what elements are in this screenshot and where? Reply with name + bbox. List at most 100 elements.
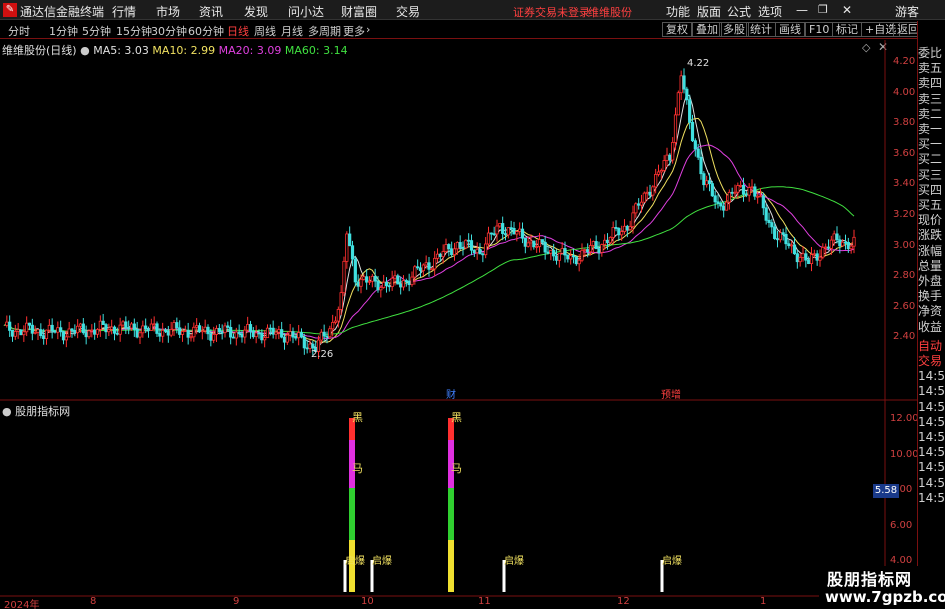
ma-line xyxy=(3,117,855,344)
candle-body xyxy=(104,324,108,333)
candle-body xyxy=(744,193,748,196)
candle-body xyxy=(617,228,621,236)
candle-body xyxy=(231,336,236,339)
signal-label: 启爆 xyxy=(662,556,682,567)
candle-body xyxy=(36,329,40,333)
candle-body xyxy=(212,334,216,341)
candle-body xyxy=(787,243,791,247)
candle-body xyxy=(852,236,856,247)
quote-row-label: 收益 xyxy=(918,319,943,334)
settings-circle-icon[interactable]: ● xyxy=(2,405,12,418)
event-tag-finance[interactable]: 财 xyxy=(446,386,456,401)
candle-body xyxy=(44,329,49,340)
candle-body xyxy=(59,327,63,333)
watermark-url: www.7gpzb.com xyxy=(825,588,945,606)
candle-body xyxy=(280,329,284,338)
candle-body xyxy=(353,258,357,283)
ma-line xyxy=(3,144,855,340)
indicator-name: 股朋指标网 xyxy=(15,405,71,418)
candle-body xyxy=(237,331,241,335)
candle-body xyxy=(220,331,224,334)
quote-row-label: 涨跌 xyxy=(918,228,943,243)
candle-body xyxy=(141,325,145,334)
oscillator-header: ● 股朋指标网 xyxy=(2,403,70,419)
candle-body xyxy=(158,333,162,337)
candle-body xyxy=(302,336,306,349)
candle-body xyxy=(416,266,420,269)
candle-body xyxy=(87,330,91,338)
candle-body xyxy=(50,324,54,332)
candle-body xyxy=(399,283,403,288)
bar-word: 黑 xyxy=(352,411,363,424)
candle-body xyxy=(679,75,683,94)
candle-body xyxy=(688,99,692,123)
candle-body xyxy=(778,232,782,241)
quote-row-label: 卖四 xyxy=(918,76,943,91)
candle-body xyxy=(240,333,244,338)
candle-body xyxy=(716,201,720,204)
candle-body xyxy=(64,336,68,341)
candle-body xyxy=(662,160,666,171)
candle-body xyxy=(455,242,459,250)
candle-body xyxy=(705,180,709,186)
candle-body xyxy=(311,343,315,349)
candle-body xyxy=(56,327,60,333)
price-tick-label: 2.60 xyxy=(893,300,916,312)
candle-body xyxy=(761,195,765,209)
candle-body xyxy=(690,121,695,142)
tick-row: 14:56 xyxy=(918,369,945,384)
candle-body xyxy=(634,203,638,214)
candle-body xyxy=(110,326,114,330)
candle-body xyxy=(614,227,618,229)
candle-body xyxy=(812,253,816,256)
candle-body xyxy=(192,326,196,338)
candle-body xyxy=(112,326,117,334)
price-tick-label: 4.00 xyxy=(893,86,916,98)
candle-body xyxy=(234,331,238,339)
candle-body xyxy=(424,262,428,266)
candle-body xyxy=(552,249,556,257)
candle-body xyxy=(620,231,624,236)
quote-row-label: 涨幅 xyxy=(918,243,943,258)
candle-body xyxy=(254,332,258,338)
candle-body xyxy=(461,246,465,249)
quote-row-label: 委比 xyxy=(918,46,943,60)
candle-body xyxy=(509,227,513,230)
candle-body xyxy=(427,262,431,270)
candle-body xyxy=(118,324,122,335)
candle-body xyxy=(418,267,423,272)
candle-body xyxy=(838,239,842,247)
candle-body xyxy=(503,233,508,236)
candle-body xyxy=(217,328,221,333)
candle-body xyxy=(622,225,627,232)
candle-body xyxy=(554,255,559,261)
candle-body xyxy=(124,321,128,329)
candle-body xyxy=(19,329,23,336)
price-chart[interactable] xyxy=(0,0,945,609)
candle-body xyxy=(336,308,340,322)
signal-label: 启爆 xyxy=(504,556,524,567)
candle-body xyxy=(651,186,655,196)
oscillator-tick-label: 12.00 xyxy=(890,413,919,424)
event-tag-forecast[interactable]: 预增 xyxy=(661,386,681,401)
candle-body xyxy=(642,192,646,203)
candle-body xyxy=(444,244,448,252)
candle-body xyxy=(467,239,471,242)
candle-body xyxy=(849,245,853,250)
candle-body xyxy=(342,260,346,294)
candle-body xyxy=(186,330,190,338)
candle-body xyxy=(90,329,94,332)
tick-row: 14:56 xyxy=(918,475,945,490)
xaxis-label: 2024年 xyxy=(4,600,40,609)
candle-body xyxy=(135,328,139,338)
candle-body xyxy=(149,323,153,331)
candle-body xyxy=(365,276,369,283)
candle-body xyxy=(846,241,850,250)
candle-body xyxy=(665,154,669,161)
candle-body xyxy=(492,233,496,236)
candle-body xyxy=(379,287,383,291)
candle-body xyxy=(246,324,250,331)
candle-body xyxy=(628,226,632,230)
candle-body xyxy=(699,156,703,175)
quote-row-label: 换手 xyxy=(918,289,943,304)
